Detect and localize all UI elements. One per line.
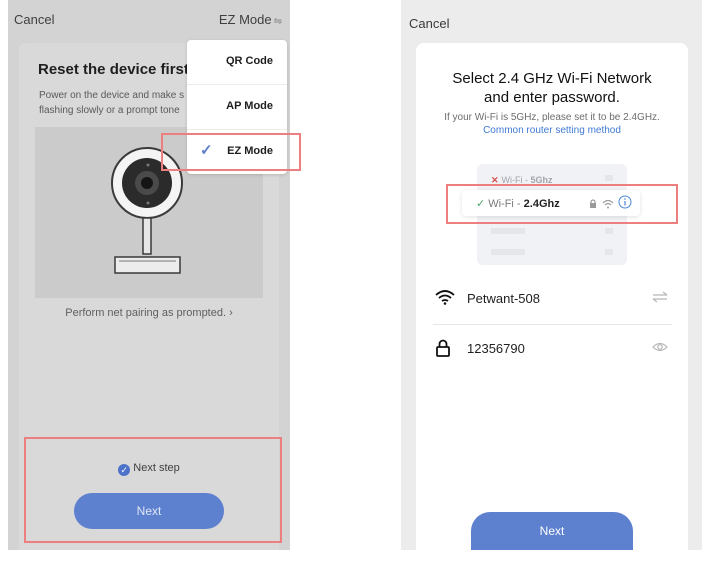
next-button[interactable]: Next [471,512,633,550]
mode-label: EZ Mode [218,12,272,27]
cancel-button[interactable]: Cancel [409,16,449,31]
subtitle-text: If your Wi-Fi is 5GHz, please set it to … [444,112,660,123]
router-setting-link[interactable]: Common router setting method [416,125,688,136]
highlight-box-next [24,437,282,543]
menu-item-ap-mode[interactable]: AP Mode [187,85,287,129]
cancel-button[interactable]: Cancel [14,12,54,27]
eye-icon[interactable] [652,341,668,353]
right-phone-screen: Cancel Select 2.4 GHz Wi-Fi Network and … [401,0,702,550]
page-title: Select 2.4 GHz Wi-Fi Network and enter p… [416,69,688,107]
instruction-text: Power on the device and make s flashing … [39,88,184,118]
network-name-value: Petwant-508 [467,291,540,306]
menu-item-label: AP Mode [226,100,273,112]
title-line-1: Select 2.4 GHz Wi-Fi Network [452,70,652,87]
password-value: 12356790 [467,341,525,356]
lock-icon [436,339,450,357]
pairing-hint-link[interactable]: Perform net pairing as prompted. › [19,307,279,319]
placeholder-bar [491,249,525,255]
swap-icon: ⇋ [273,16,282,27]
placeholder-bar [605,228,613,234]
title-line-2: and enter password. [484,89,620,106]
wifi-network-field[interactable]: Petwant-508 [433,275,672,325]
wifi-password-field[interactable]: 12356790 [433,325,672,375]
swap-icon[interactable] [652,291,668,303]
wifi-card: Select 2.4 GHz Wi-Fi Network and enter p… [416,43,688,550]
instruction-line-1: Power on the device and make s [39,90,185,101]
highlight-box-wifi-24g [446,184,678,224]
placeholder-bar [605,175,613,181]
placeholder-bar [491,228,525,234]
mode-switch-button[interactable]: EZ Mode ⇋ [219,12,282,27]
instruction-line-2: flashing slowly or a prompt tone [39,105,180,116]
menu-item-qr-code[interactable]: QR Code [187,40,287,84]
highlight-box-ez-mode [161,133,301,171]
placeholder-bar [605,249,613,255]
page-title: Reset the device first [38,61,189,78]
menu-item-label: QR Code [225,55,273,67]
wifi-icon [435,290,455,305]
